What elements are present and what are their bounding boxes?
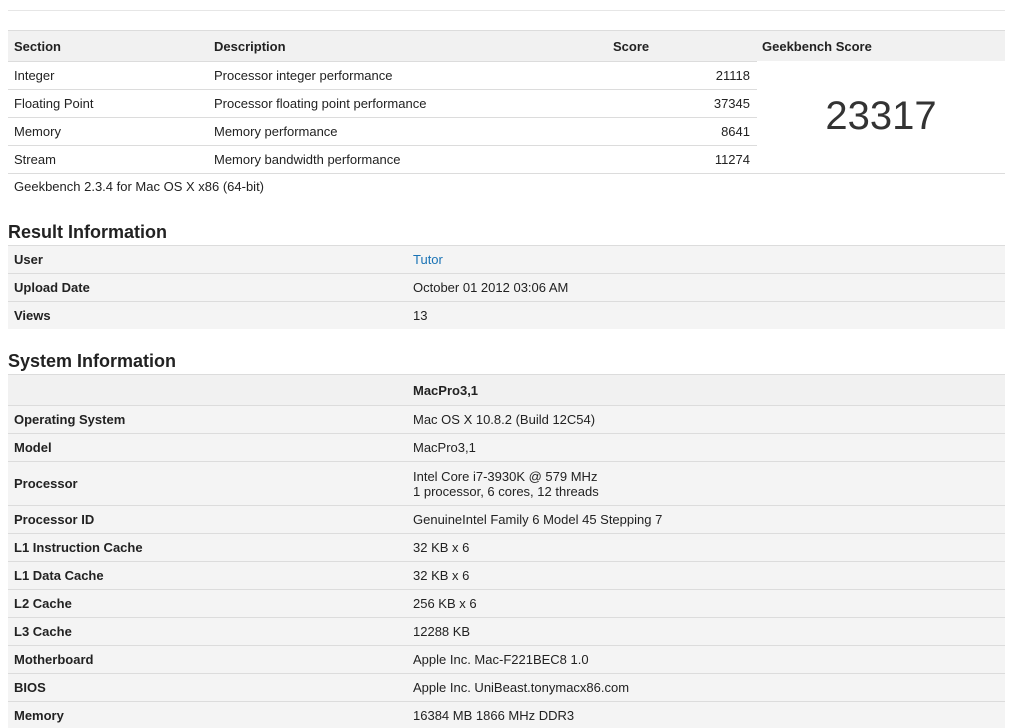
info-label: BIOS [14, 680, 46, 695]
section-score: 8641 [721, 124, 750, 139]
table-row: Model MacPro3,1 [8, 433, 1005, 461]
table-row: Processor ID GenuineIntel Family 6 Model… [8, 505, 1005, 533]
table-row: BIOS Apple Inc. UniBeast.tonymacx86.com [8, 673, 1005, 701]
scores-header-row: Section Description Score Geekbench Scor… [8, 30, 1005, 61]
info-value: MacPro3,1 [413, 440, 476, 455]
info-label: L2 Cache [14, 596, 72, 611]
info-value: Apple Inc. Mac-F221BEC8 1.0 [413, 652, 589, 667]
info-label: L1 Instruction Cache [14, 540, 143, 555]
header-description: Description [214, 38, 286, 54]
header-section: Section [14, 38, 61, 54]
info-label: Model [14, 440, 52, 455]
info-label: Operating System [14, 412, 126, 427]
section-description: Processor floating point performance [214, 96, 427, 111]
section-description: Memory performance [214, 124, 338, 139]
section-score: 11274 [714, 152, 750, 167]
table-row: Motherboard Apple Inc. Mac-F221BEC8 1.0 [8, 645, 1005, 673]
section-name: Stream [14, 152, 56, 167]
table-row: Memory 16384 MB 1866 MHz DDR3 [8, 701, 1005, 728]
info-label: Processor ID [14, 512, 95, 527]
table-row: Upload Date October 01 2012 03:06 AM [8, 273, 1005, 301]
info-value: 16384 MB 1866 MHz DDR3 [413, 707, 575, 723]
info-label: L1 Data Cache [14, 568, 104, 583]
table-row: Views 13 [8, 301, 1005, 329]
section-description: Memory bandwidth performance [214, 152, 401, 167]
header-geekbench-score: Geekbench Score [762, 38, 872, 54]
system-model-header: MacPro3,1 [413, 382, 479, 398]
result-information-title: Result Information [8, 222, 168, 242]
section-name: Integer [14, 68, 55, 83]
info-label: Processor [14, 476, 78, 491]
table-row: L1 Data Cache 32 KB x 6 [8, 561, 1005, 589]
geekbench-version-note: Geekbench 2.3.4 for Mac OS X x86 (64-bit… [14, 179, 265, 194]
processor-model: Intel Core i7-3930K @ 579 MHz [413, 468, 598, 484]
table-row: L1 Instruction Cache 32 KB x 6 [8, 533, 1005, 561]
upload-date-value: October 01 2012 03:06 AM [413, 280, 569, 295]
processor-topology: 1 processor, 6 cores, 12 threads [413, 483, 599, 499]
system-information-title: System Information [8, 351, 177, 371]
table-row: Operating System Mac OS X 10.8.2 (Build … [8, 405, 1005, 433]
section-name: Floating Point [14, 96, 94, 111]
table-row: User Tutor [8, 245, 1005, 273]
info-label: Memory [14, 707, 64, 723]
table-bottom-border [8, 173, 1005, 174]
table-row: Processor Intel Core i7-3930K @ 579 MHz … [8, 461, 1005, 505]
info-label: L3 Cache [14, 624, 72, 639]
info-value: 32 KB x 6 [413, 568, 470, 583]
section-score: 21118 [715, 68, 750, 83]
geekbench-total-score: 23317 [825, 94, 937, 138]
views-value: 13 [413, 308, 428, 323]
info-value: Mac OS X 10.8.2 (Build 12C54) [413, 412, 596, 427]
system-header-row: MacPro3,1 [8, 374, 1005, 405]
header-score: Score [613, 38, 650, 54]
info-label: Views [14, 308, 51, 323]
info-value: 256 KB x 6 [413, 596, 477, 611]
user-link[interactable]: Tutor [413, 246, 443, 273]
section-score: 37345 [713, 96, 750, 111]
info-label: Motherboard [14, 652, 94, 667]
section-name: Memory [14, 124, 61, 139]
info-value: Apple Inc. UniBeast.tonymacx86.com [413, 680, 630, 695]
info-value: 12288 KB [413, 624, 471, 639]
info-value: 32 KB x 6 [413, 540, 470, 555]
info-value: GenuineIntel Family 6 Model 45 Stepping … [413, 512, 663, 527]
table-row: L2 Cache 256 KB x 6 [8, 589, 1005, 617]
info-label: Upload Date [14, 280, 90, 295]
info-label: User [14, 252, 43, 267]
table-row: L3 Cache 12288 KB [8, 617, 1005, 645]
top-divider [8, 10, 1005, 11]
processor-value: Intel Core i7-3930K @ 579 MHz 1 processo… [413, 462, 599, 505]
section-description: Processor integer performance [214, 68, 393, 83]
